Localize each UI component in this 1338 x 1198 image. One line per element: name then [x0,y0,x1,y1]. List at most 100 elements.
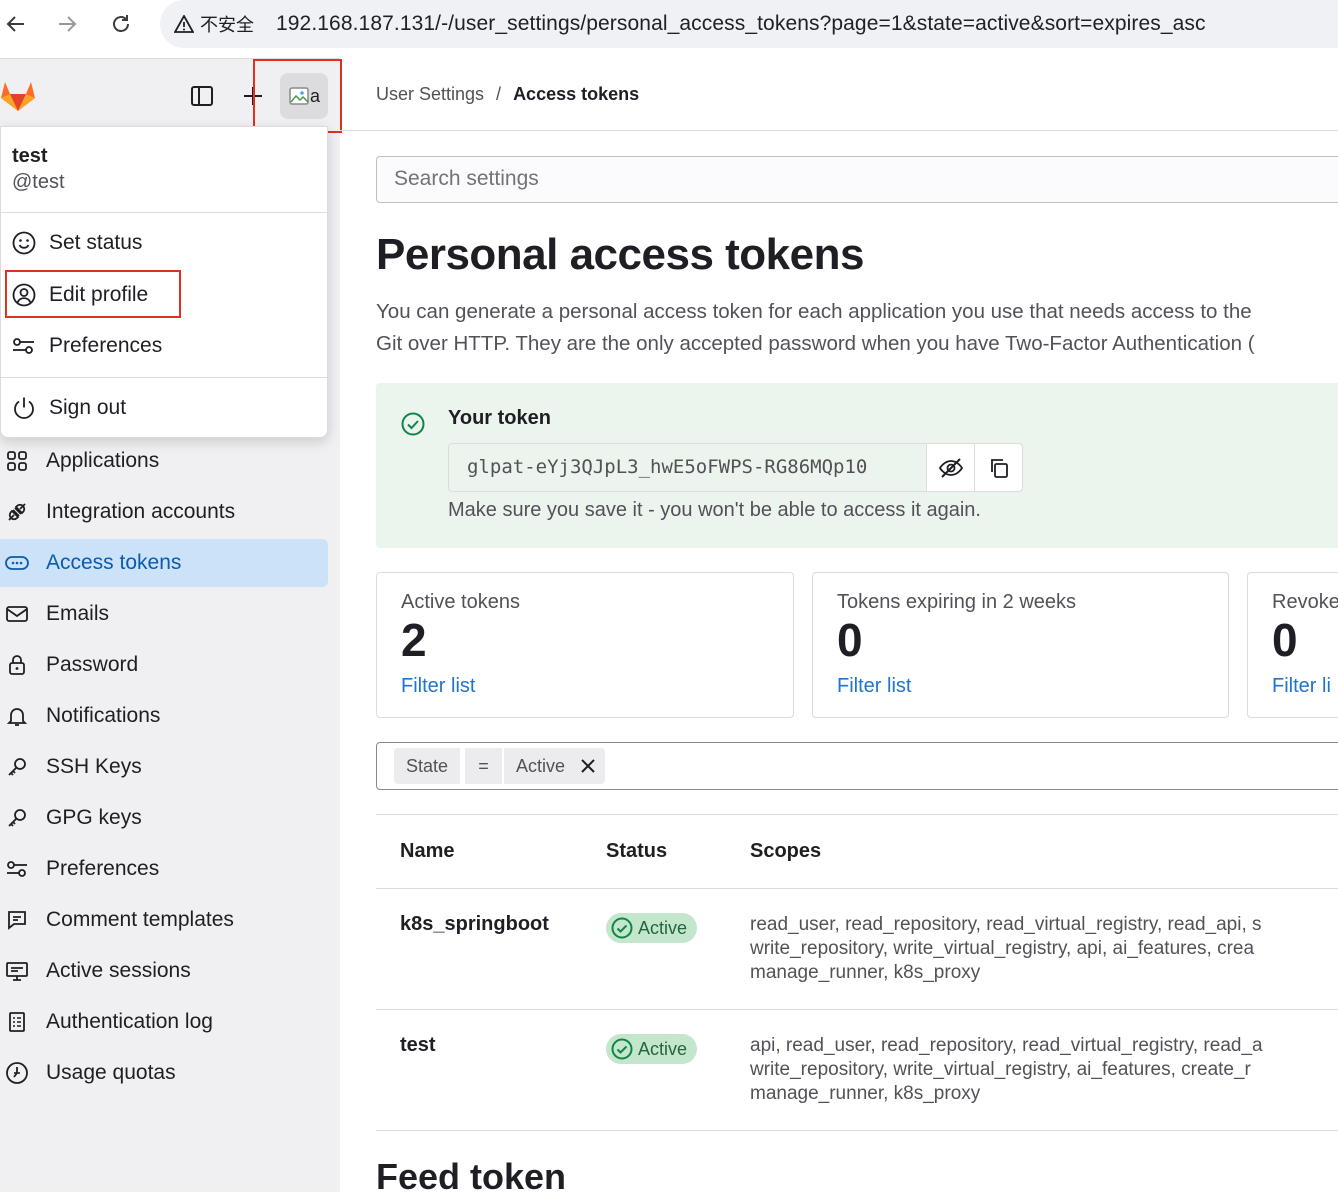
sidebar-item-password[interactable]: Password [0,641,328,689]
comment-icon [0,909,34,931]
filter-token-value[interactable]: Active [504,748,606,784]
url-text[interactable]: 192.168.187.131/-/user_settings/personal… [276,12,1206,36]
preferences-icon [0,859,34,879]
user-name[interactable]: test [12,145,48,168]
address-bar[interactable]: 不安全 192.168.187.131/-/user_settings/pers… [160,0,1338,48]
applications-icon [0,450,34,472]
description-line: You can generate a personal access token… [376,300,1252,323]
filter-list-link[interactable]: Filter list [837,675,911,698]
set-status-label: Set status [49,231,143,254]
token-value[interactable]: glpat-eYj3QJpL3_hwE5oFWPS-RG86MQp10 [449,444,926,491]
browser-toolbar: 不安全 192.168.187.131/-/user_settings/pers… [0,0,1338,48]
key-icon [0,756,34,778]
sidebar-item-label: Access tokens [46,551,182,574]
breadcrumb-parent[interactable]: User Settings [376,84,484,105]
arrow-left-icon [6,16,24,32]
column-header-scopes[interactable]: Scopes [750,840,821,863]
reload-icon [113,15,129,32]
scopes-line: manage_runner, k8s_proxy [750,1083,981,1104]
check-circle-icon [400,411,426,437]
plug-icon [0,501,34,523]
warning-icon [174,15,194,33]
arrow-right-icon [59,16,77,32]
page-description: You can generate a personal access token… [376,296,1338,360]
stat-label: Active tokens [401,591,520,613]
breadcrumb-current[interactable]: Access tokens [513,84,639,105]
user-handle[interactable]: @test [12,171,65,194]
token-name: test [400,1034,436,1056]
status-badge: Active [606,1034,698,1064]
mail-icon [0,604,34,624]
security-indicator[interactable]: 不安全 [174,11,254,37]
sidebar-item-label: Preferences [46,857,160,880]
key-icon [0,807,34,829]
filter-token-operator[interactable]: = [465,748,502,784]
sidebar-item-integration-accounts[interactable]: Integration accounts [0,488,328,536]
sidebar-item-comment-templates[interactable]: Comment templates [0,896,328,944]
menu-divider [1,377,327,378]
sidebar-item-label: Authentication log [46,1010,213,1033]
breadcrumb: User Settings / Access tokens [376,84,639,105]
filter-list-link[interactable]: Filter list [401,675,475,698]
sidebar-item-label: Integration accounts [46,500,236,523]
set-status-item[interactable]: Set status [11,223,142,263]
sidebar-item-authentication-log[interactable]: Authentication log [0,998,328,1046]
scopes-line: read_user, read_repository, read_virtual… [750,914,1262,935]
sidebar-item-preferences[interactable]: Preferences [0,845,328,893]
scopes-line: api, read_user, read_repository, read_vi… [750,1035,1263,1056]
sidebar-item-active-sessions[interactable]: Active sessions [0,947,328,995]
filter-list-link[interactable]: Filter li [1272,675,1331,698]
sidebar-toggle-icon [191,86,213,106]
sign-out-label: Sign out [49,396,127,419]
sidebar-item-label: Password [46,653,139,676]
sidebar-item-label: GPG keys [46,806,142,829]
sidebar-item-applications[interactable]: Applications [0,437,328,485]
stat-card-active-tokens: Active tokens 2 Filter list [376,572,794,718]
preferences-icon [13,338,34,354]
menu-divider [1,212,327,213]
copy-token-button[interactable] [974,444,1022,491]
check-circle-icon [611,917,633,939]
stat-value: 2 [401,614,427,666]
scopes-line: manage_runner, k8s_proxy [750,962,981,983]
token-name: k8s_springboot [400,913,549,935]
sidebar-item-usage-quotas[interactable]: Usage quotas [0,1049,328,1097]
toggle-sidebar-button[interactable] [187,81,217,111]
sidebar-item-label: SSH Keys [46,755,142,778]
sidebar-item-label: Usage quotas [46,1061,176,1084]
column-header-name[interactable]: Name [400,840,454,863]
token-title: Your token [448,407,551,429]
preferences-item[interactable]: Preferences [11,326,162,366]
monitor-icon [0,960,34,982]
sidebar-item-ssh-keys[interactable]: SSH Keys [0,743,328,791]
filter-token-field[interactable]: State [394,748,461,784]
toggle-visibility-button[interactable] [926,444,974,491]
log-icon [0,1011,34,1033]
sidebar-item-access-tokens[interactable]: Access tokens [0,539,328,587]
new-token-alert: Your token glpat-eYj3QJpL3_hwE5oFWPS-RG8… [376,383,1338,548]
gitlab-logo[interactable] [0,78,36,112]
status-label: Active [638,917,688,938]
sidebar-item-notifications[interactable]: Notifications [0,692,328,740]
sidebar-item-gpg-keys[interactable]: GPG keys [0,794,328,842]
reload-button[interactable] [105,8,137,40]
back-button[interactable] [0,8,32,40]
filtered-search-bar[interactable]: State = Active [376,742,1338,790]
column-header-status[interactable]: Status [606,840,667,863]
row-divider [376,1130,1338,1131]
forward-button[interactable] [51,8,83,40]
quota-icon [0,1061,34,1085]
table-border [376,814,1338,815]
status-label: Active [638,1038,688,1059]
search-settings-input[interactable]: Search settings [376,156,1338,203]
stat-value: 0 [837,614,863,666]
highlight-avatar-box [253,59,342,133]
preferences-label: Preferences [49,334,163,357]
token-field: glpat-eYj3QJpL3_hwE5oFWPS-RG86MQp10 [448,443,1023,492]
lock-icon [0,654,34,676]
stat-value: 0 [1272,614,1298,666]
sidebar-item-emails[interactable]: Emails [0,590,328,638]
highlight-edit-profile-box [5,270,181,318]
tanuki-icon [1,82,35,111]
sign-out-item[interactable]: Sign out [11,388,126,428]
